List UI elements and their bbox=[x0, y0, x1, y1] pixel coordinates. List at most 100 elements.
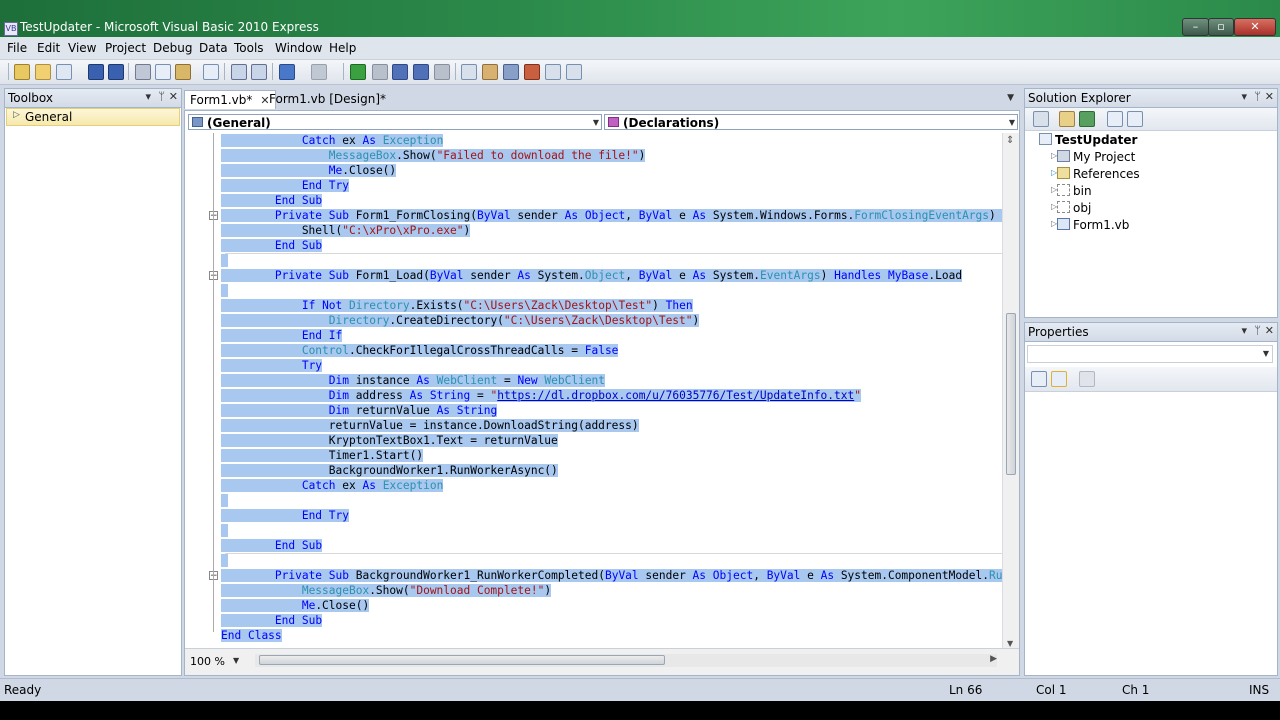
method-name-combo[interactable]: (Declarations) ▼ bbox=[604, 114, 1018, 130]
properties-icon[interactable] bbox=[482, 64, 498, 80]
scroll-right-icon[interactable]: ▶ bbox=[990, 654, 997, 664]
tree-item-obj[interactable]: ▷ obj bbox=[1051, 201, 1091, 215]
object-selector[interactable]: ▼ bbox=[1027, 345, 1273, 363]
code-line[interactable]: If Not Directory.Exists("C:\Users\Zack\D… bbox=[221, 298, 693, 313]
menu-file[interactable]: File bbox=[7, 41, 27, 55]
scroll-down-icon[interactable]: ▼ bbox=[1007, 639, 1013, 648]
show-all-files-icon[interactable] bbox=[1059, 111, 1075, 127]
code-line[interactable] bbox=[221, 493, 228, 508]
alphabetical-icon[interactable] bbox=[1051, 371, 1067, 387]
extensions-icon[interactable] bbox=[566, 64, 582, 80]
class-name-combo[interactable]: (General) ▼ bbox=[188, 114, 602, 130]
start-debugging-icon[interactable] bbox=[350, 64, 366, 80]
code-line[interactable]: Private Sub BackgroundWorker1_RunWorkerC… bbox=[221, 568, 1003, 583]
close-button[interactable]: ✕ bbox=[1234, 18, 1276, 36]
find-icon[interactable] bbox=[203, 64, 219, 80]
close-icon[interactable]: ✕ bbox=[169, 90, 178, 103]
split-icon[interactable]: ⇕ bbox=[1006, 135, 1014, 146]
chevron-down-icon[interactable]: ▼ bbox=[593, 115, 599, 131]
code-line[interactable]: Timer1.Start() bbox=[221, 448, 424, 463]
code-line[interactable]: Shell("C:\xPro\xPro.exe") bbox=[221, 223, 471, 238]
vb-icon[interactable]: VB bbox=[4, 22, 18, 36]
chevron-down-icon[interactable]: ▼ bbox=[1009, 115, 1015, 131]
code-line[interactable]: Directory.CreateDirectory("C:\Users\Zack… bbox=[221, 313, 700, 328]
object-browser-icon[interactable] bbox=[503, 64, 519, 80]
code-line[interactable]: End Sub bbox=[221, 538, 323, 553]
pause-icon[interactable] bbox=[372, 64, 388, 80]
menu-edit[interactable]: Edit bbox=[37, 41, 60, 55]
toolbox-group-general[interactable]: ▷ General bbox=[6, 108, 180, 126]
save-icon[interactable] bbox=[88, 64, 104, 80]
view-designer-icon[interactable] bbox=[1127, 111, 1143, 127]
property-pages-icon[interactable] bbox=[1079, 371, 1095, 387]
dropdown-icon[interactable]: ▾ bbox=[145, 90, 151, 103]
code-line[interactable]: Catch ex As Exception bbox=[221, 478, 444, 493]
code-line[interactable]: End Sub bbox=[221, 193, 323, 208]
vertical-scrollbar[interactable]: ⇕ ▼ bbox=[1002, 133, 1019, 649]
step-over-icon[interactable] bbox=[413, 64, 429, 80]
code-line[interactable]: Dim returnValue As String bbox=[221, 403, 498, 418]
tree-item-form1-vb[interactable]: ▷ Form1.vb bbox=[1051, 218, 1129, 232]
tree-item-solution-root[interactable]: TestUpdater bbox=[1039, 133, 1137, 147]
code-line[interactable]: End Sub bbox=[221, 613, 323, 628]
vertical-scroll-thumb[interactable] bbox=[1006, 313, 1016, 475]
categorized-icon[interactable] bbox=[1031, 371, 1047, 387]
minimize-button[interactable]: – bbox=[1182, 18, 1209, 36]
code-line[interactable]: KryptonTextBox1.Text = returnValue bbox=[221, 433, 558, 448]
code-line[interactable]: Control.CheckForIllegalCrossThreadCalls … bbox=[221, 343, 619, 358]
step-into-icon[interactable] bbox=[392, 64, 408, 80]
zoom-dropdown-icon[interactable]: ▼ bbox=[233, 656, 239, 665]
tab-form1-design[interactable]: Form1.vb [Design]* bbox=[264, 90, 391, 108]
chevron-down-icon[interactable]: ▼ bbox=[1263, 349, 1269, 358]
menu-view[interactable]: View bbox=[68, 41, 96, 55]
undo-icon[interactable] bbox=[279, 64, 295, 80]
copy-icon[interactable] bbox=[155, 64, 171, 80]
code-line[interactable]: End Try bbox=[221, 508, 350, 523]
code-line[interactable]: Catch ex As Exception bbox=[221, 133, 444, 148]
menu-debug[interactable]: Debug bbox=[153, 41, 192, 55]
properties-icon[interactable] bbox=[1033, 111, 1049, 127]
code-line[interactable]: Private Sub Form1_FormClosing(ByVal send… bbox=[221, 208, 1003, 223]
expand-arrow-icon[interactable]: ▷ bbox=[13, 110, 20, 120]
new-project-icon[interactable] bbox=[14, 64, 30, 80]
code-line[interactable] bbox=[221, 283, 228, 298]
code-line[interactable]: End Class bbox=[221, 628, 282, 643]
code-line[interactable]: MessageBox.Show("Failed to download the … bbox=[221, 148, 646, 163]
code-line[interactable]: End Try bbox=[221, 178, 350, 193]
save-all-icon[interactable] bbox=[108, 64, 124, 80]
code-line[interactable]: Me.Close() bbox=[221, 598, 370, 613]
menu-help[interactable]: Help bbox=[329, 41, 356, 55]
code-line[interactable]: Try bbox=[221, 358, 323, 373]
tab-list-dropdown-icon[interactable]: ▼ bbox=[1007, 93, 1014, 103]
comment-icon[interactable] bbox=[231, 64, 247, 80]
close-icon[interactable]: ✕ bbox=[1265, 90, 1274, 103]
code-line[interactable]: Dim instance As WebClient = New WebClien… bbox=[221, 373, 606, 388]
zoom-level[interactable]: 100 % bbox=[190, 655, 225, 668]
tree-item-references[interactable]: ▷ References bbox=[1051, 167, 1140, 181]
pin-icon[interactable]: ᛘ bbox=[1254, 90, 1261, 103]
pin-icon[interactable]: ᛘ bbox=[1254, 324, 1261, 337]
error-list-icon[interactable] bbox=[545, 64, 561, 80]
tree-item-bin[interactable]: ▷ bin bbox=[1051, 184, 1092, 198]
code-line[interactable]: BackgroundWorker1.RunWorkerAsync() bbox=[221, 463, 558, 478]
code-text-area[interactable]: −−− Catch ex As Exception MessageBox.Sho… bbox=[185, 133, 1003, 649]
pin-icon[interactable]: ᛘ bbox=[158, 90, 165, 103]
dropdown-icon[interactable]: ▾ bbox=[1241, 324, 1247, 337]
open-folder-icon[interactable] bbox=[35, 64, 51, 80]
view-code-icon[interactable] bbox=[1107, 111, 1123, 127]
tab-form1-vb[interactable]: Form1.vb* ✕ bbox=[184, 90, 276, 109]
solution-explorer-icon[interactable] bbox=[461, 64, 477, 80]
code-line[interactable] bbox=[221, 553, 228, 568]
code-line[interactable]: Private Sub Form1_Load(ByVal sender As S… bbox=[221, 268, 963, 283]
add-item-icon[interactable] bbox=[56, 64, 72, 80]
menu-project[interactable]: Project bbox=[105, 41, 146, 55]
cut-icon[interactable] bbox=[135, 64, 151, 80]
code-line[interactable] bbox=[221, 253, 228, 268]
horizontal-scroll-thumb[interactable] bbox=[259, 655, 665, 665]
menu-tools[interactable]: Tools bbox=[234, 41, 264, 55]
code-line[interactable]: End Sub bbox=[221, 238, 323, 253]
code-line[interactable]: returnValue = instance.DownloadString(ad… bbox=[221, 418, 639, 433]
code-line[interactable]: End If bbox=[221, 328, 343, 343]
code-line[interactable]: Dim address As String = "https://dl.drop… bbox=[221, 388, 861, 403]
redo-icon[interactable] bbox=[311, 64, 327, 80]
